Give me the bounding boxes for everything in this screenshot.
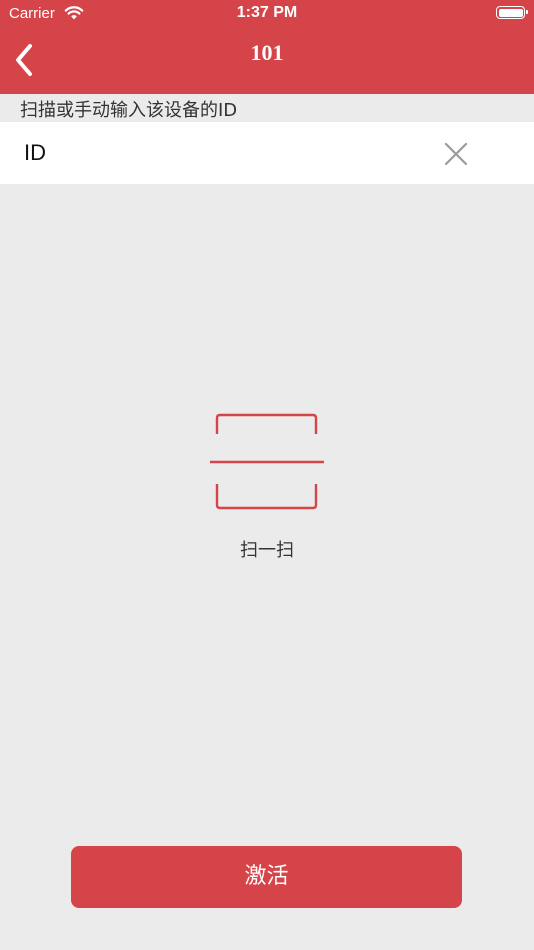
id-input-row [0, 122, 534, 184]
scan-frame-icon [210, 413, 324, 510]
status-time: 1:37 PM [236, 4, 298, 21]
scan-button[interactable] [205, 410, 329, 516]
close-icon [444, 142, 468, 166]
battery-icon [496, 6, 528, 19]
clear-button[interactable] [440, 138, 472, 170]
input-hint: 扫描或手动输入该设备的ID [20, 100, 238, 121]
header: Carrier 1:37 PM 101 [0, 0, 534, 94]
scan-label: 扫一扫 [240, 540, 294, 561]
device-id-input[interactable] [24, 134, 424, 172]
nav-bar: 101 [0, 28, 534, 94]
page-title: 101 [250, 40, 284, 65]
status-bar: Carrier 1:37 PM [0, 0, 534, 28]
activate-button[interactable]: 激活 [71, 846, 462, 908]
